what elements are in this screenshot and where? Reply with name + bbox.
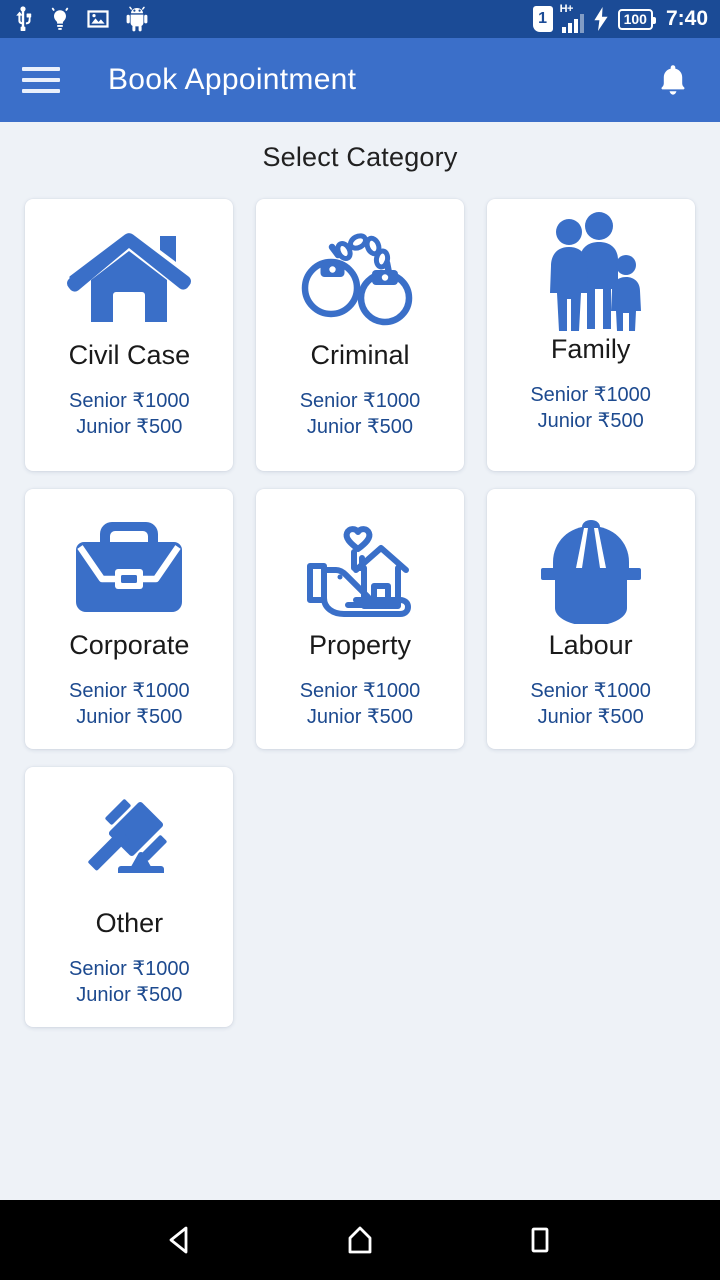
hand-holding-house-heart-icon xyxy=(296,507,424,629)
family-icon xyxy=(527,211,655,333)
senior-fee: Senior ₹1000 xyxy=(299,389,421,412)
category-fees: Senior ₹1000 Junior ₹500 xyxy=(69,388,190,441)
category-card-corporate[interactable]: Corporate Senior ₹1000 Junior ₹500 xyxy=(25,489,234,749)
category-cell: Other Senior ₹1000 Junior ₹500 xyxy=(14,761,245,1039)
home-icon[interactable] xyxy=(332,1212,388,1268)
category-label: Property xyxy=(308,630,411,660)
handcuffs-icon xyxy=(296,217,424,339)
junior-fee: Junior ₹500 xyxy=(537,410,644,433)
category-fees: Senior ₹1000 Junior ₹500 xyxy=(530,382,651,435)
category-label: Other xyxy=(95,908,164,938)
category-label: Labour xyxy=(548,630,633,660)
category-fees: Senior ₹1000 Junior ₹500 xyxy=(69,956,190,1009)
category-fees: Senior ₹1000 Junior ₹500 xyxy=(530,678,651,731)
category-label: Corporate xyxy=(69,630,190,660)
usb-icon xyxy=(16,6,32,31)
category-cell: Family Senior ₹1000 Junior ₹500 xyxy=(475,193,706,483)
category-label: Family xyxy=(550,334,631,364)
back-icon[interactable] xyxy=(152,1212,208,1268)
charging-bolt-icon xyxy=(594,7,608,31)
junior-fee: Junior ₹500 xyxy=(306,706,414,729)
android-navigation-bar xyxy=(0,1200,720,1280)
senior-fee: Senior ₹1000 xyxy=(69,679,190,702)
category-fees: Senior ₹1000 Junior ₹500 xyxy=(300,678,421,731)
content-area: Select Category Civil Case Senior ₹1000 … xyxy=(0,122,720,1200)
junior-fee: Junior ₹500 xyxy=(76,706,183,729)
gavel-icon xyxy=(65,785,193,907)
junior-fee: Junior ₹500 xyxy=(76,984,183,1007)
category-card-civil-case[interactable]: Civil Case Senior ₹1000 Junior ₹500 xyxy=(25,199,234,471)
image-icon xyxy=(87,10,109,28)
status-bar: 1 H+ 100 7:40 xyxy=(0,0,720,38)
page-title: Select Category xyxy=(262,142,458,172)
bulb-icon xyxy=(51,7,69,30)
senior-fee: Senior ₹1000 xyxy=(69,389,190,412)
status-bar-left-icons xyxy=(12,6,148,32)
android-debug-icon xyxy=(126,6,148,32)
sim-card-icon: 1 xyxy=(532,6,553,32)
category-card-criminal[interactable]: Criminal Senior ₹1000 Junior ₹500 xyxy=(255,199,464,471)
category-cell: Labour Senior ₹1000 Junior ₹500 xyxy=(475,483,706,761)
senior-fee: Senior ₹1000 xyxy=(299,679,421,702)
network-type-label: H+ xyxy=(559,3,574,15)
briefcase-icon xyxy=(65,507,193,629)
app-bar: Book Appointment xyxy=(0,38,720,122)
category-card-family[interactable]: Family Senior ₹1000 Junior ₹500 xyxy=(486,199,695,471)
category-cell: Civil Case Senior ₹1000 Junior ₹500 xyxy=(14,193,245,483)
clock-label: 7:40 xyxy=(665,7,708,30)
category-fees: Senior ₹1000 Junior ₹500 xyxy=(300,388,421,441)
category-cell: Criminal Senior ₹1000 Junior ₹500 xyxy=(245,193,476,483)
category-cell: Corporate Senior ₹1000 Junior ₹500 xyxy=(14,483,245,761)
junior-fee: Junior ₹500 xyxy=(306,416,414,439)
senior-fee: Senior ₹1000 xyxy=(530,383,651,406)
category-label: Civil Case xyxy=(68,340,191,370)
house-icon xyxy=(65,217,193,339)
hard-hat-icon xyxy=(527,507,655,629)
category-cell: Property Senior ₹1000 Junior ₹500 xyxy=(245,483,476,761)
app-bar-title: Book Appointment xyxy=(108,63,357,96)
recents-icon[interactable] xyxy=(512,1212,568,1268)
category-card-other[interactable]: Other Senior ₹1000 Junior ₹500 xyxy=(25,767,234,1027)
category-grid: Civil Case Senior ₹1000 Junior ₹500 Crim… xyxy=(0,193,720,1039)
app-screen: 1 H+ 100 7:40 Book Appointment Select Ca… xyxy=(0,0,720,1280)
category-label: Criminal xyxy=(310,340,410,370)
junior-fee: Junior ₹500 xyxy=(76,416,183,439)
bell-icon[interactable] xyxy=(650,57,696,103)
hamburger-menu-icon[interactable] xyxy=(22,58,66,102)
senior-fee: Senior ₹1000 xyxy=(69,957,190,980)
battery-level-label: 100 xyxy=(623,10,647,27)
junior-fee: Junior ₹500 xyxy=(537,706,644,729)
battery-icon: 100 xyxy=(617,8,657,30)
category-card-property[interactable]: Property Senior ₹1000 Junior ₹500 xyxy=(255,489,464,749)
senior-fee: Senior ₹1000 xyxy=(530,679,651,702)
category-fees: Senior ₹1000 Junior ₹500 xyxy=(69,678,190,731)
category-card-labour[interactable]: Labour Senior ₹1000 Junior ₹500 xyxy=(486,489,695,749)
status-bar-right-icons: 1 H+ 100 7:40 xyxy=(532,3,708,33)
network-signal-icon: H+ xyxy=(559,3,584,33)
signal-bars xyxy=(561,13,584,33)
